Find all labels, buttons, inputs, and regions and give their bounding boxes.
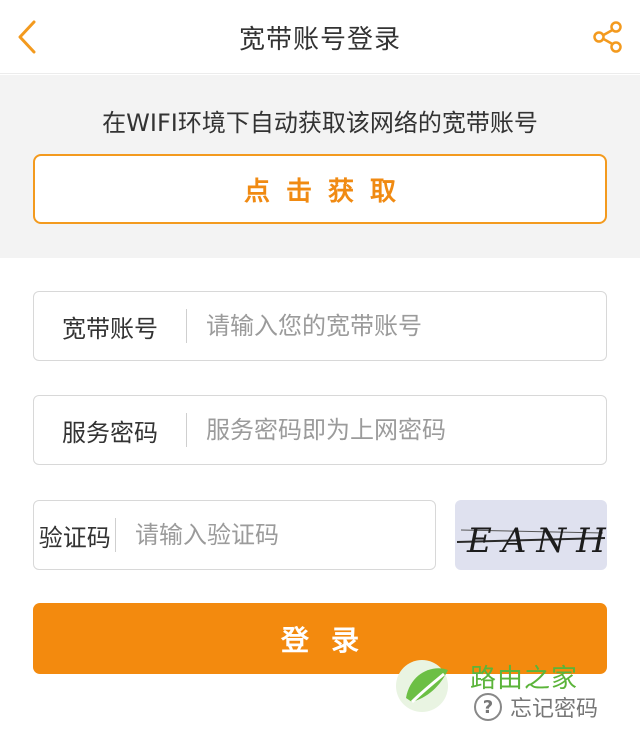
page-title: 宽带账号登录 bbox=[238, 25, 401, 55]
auto-get-panel: 在WIFI环境下自动获取该网络的宽带账号 点击获取 bbox=[0, 75, 640, 258]
account-input[interactable] bbox=[187, 292, 606, 360]
captcha-text: EANH bbox=[466, 521, 607, 561]
share-icon bbox=[593, 21, 622, 53]
captcha-label: 验证码 bbox=[38, 523, 111, 552]
captcha-field: 验证码 bbox=[33, 500, 436, 570]
share-button[interactable] bbox=[588, 17, 628, 57]
question-circle-icon: ? bbox=[474, 693, 502, 721]
leaf-logo-icon bbox=[396, 660, 448, 712]
account-label: 宽带账号 bbox=[62, 314, 158, 343]
account-field: 宽带账号 bbox=[33, 291, 607, 361]
auto-get-button[interactable]: 点击获取 bbox=[33, 154, 607, 224]
captcha-input[interactable] bbox=[116, 501, 435, 569]
auto-get-hint: 在WIFI环境下自动获取该网络的宽带账号 bbox=[102, 109, 538, 137]
forgot-password-link[interactable]: ? 忘记密码 bbox=[474, 690, 598, 724]
password-field: 服务密码 bbox=[33, 395, 607, 465]
app-header: 宽带账号登录 bbox=[0, 0, 640, 74]
password-label: 服务密码 bbox=[62, 418, 158, 447]
forgot-password-label: 忘记密码 bbox=[510, 697, 599, 722]
captcha-image[interactable]: EANH bbox=[455, 500, 607, 570]
password-input[interactable] bbox=[187, 396, 606, 464]
